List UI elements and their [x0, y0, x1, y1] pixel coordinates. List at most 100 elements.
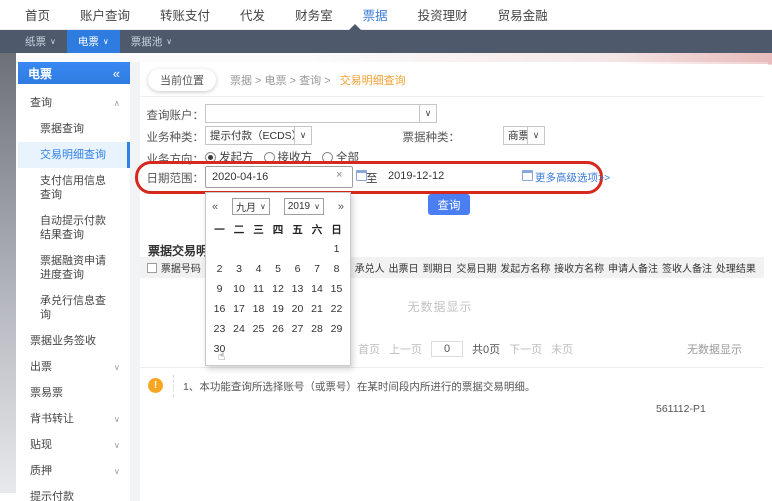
- direction-option-label: 接收方: [277, 152, 313, 164]
- calendar-day[interactable]: [268, 339, 288, 359]
- calendar-day[interactable]: [288, 339, 308, 359]
- first-page-link[interactable]: 首页: [358, 341, 380, 357]
- calendar-icon[interactable]: [522, 170, 533, 181]
- sidebar-item[interactable]: 质押 ∨: [18, 458, 130, 484]
- sidebar-item[interactable]: 提示付款: [18, 484, 130, 501]
- calendar-day[interactable]: 9: [210, 279, 230, 299]
- select-all-checkbox[interactable]: [147, 262, 157, 273]
- calendar-day[interactable]: 19: [268, 299, 288, 319]
- calendar-day[interactable]: 16: [210, 299, 230, 319]
- next-month-icon[interactable]: »: [338, 201, 344, 213]
- date-from-input[interactable]: [205, 166, 353, 188]
- calendar-day[interactable]: 26: [268, 319, 288, 339]
- calendar-day[interactable]: 22: [327, 299, 347, 319]
- top-nav-item[interactable]: 财务室: [295, 5, 333, 24]
- top-nav-item[interactable]: 账户查询: [80, 5, 130, 24]
- top-nav-item[interactable]: 转账支付: [160, 5, 210, 24]
- sub-nav-tab[interactable]: 纸票 ∨: [14, 30, 67, 53]
- calendar-day[interactable]: 13: [288, 279, 308, 299]
- calendar-day[interactable]: [229, 239, 249, 259]
- calendar-day[interactable]: [307, 339, 327, 359]
- chevron-down-icon[interactable]: ∨: [419, 105, 436, 122]
- sidebar-item[interactable]: 交易明细查询: [18, 142, 130, 168]
- more-options-link[interactable]: 更多高级选项>>: [535, 170, 610, 185]
- sidebar-item[interactable]: 查询 ∧: [18, 90, 130, 116]
- calendar-day[interactable]: [249, 239, 269, 259]
- chevron-down-icon: ∨: [260, 202, 266, 211]
- chevron-down-icon[interactable]: ∨: [294, 127, 311, 144]
- calendar-day[interactable]: 29: [327, 319, 347, 339]
- calendar-day[interactable]: 18: [249, 299, 269, 319]
- calendar-day[interactable]: 25: [249, 319, 269, 339]
- sidebar-item[interactable]: 背书转让 ∨: [18, 406, 130, 432]
- weekday-label: 六: [311, 224, 323, 236]
- date-to-value[interactable]: 2019-12-12: [388, 170, 444, 182]
- sidebar-item[interactable]: 自动提示付款结果查询: [18, 208, 130, 248]
- month-select[interactable]: 九月 ∨: [232, 198, 270, 215]
- calendar-day[interactable]: 2: [210, 259, 230, 279]
- year-select-value: 2019: [287, 201, 311, 212]
- calendar-day[interactable]: 8: [327, 259, 347, 279]
- calendar-day[interactable]: [307, 239, 327, 259]
- calendar-day[interactable]: 3: [229, 259, 249, 279]
- calendar-day[interactable]: 10: [229, 279, 249, 299]
- radio-icon[interactable]: [322, 151, 333, 163]
- calendar-day[interactable]: 11: [249, 279, 269, 299]
- calendar-day[interactable]: 7: [307, 259, 327, 279]
- calendar-day[interactable]: 4: [249, 259, 269, 279]
- calendar-day[interactable]: [327, 339, 347, 359]
- top-nav-item[interactable]: 代发: [240, 5, 265, 24]
- sidebar-item[interactable]: 贴现 ∨: [18, 432, 130, 458]
- prev-month-icon[interactable]: «: [212, 201, 218, 213]
- sidebar-item[interactable]: 支付信用信息查询: [18, 168, 130, 208]
- sidebar-item[interactable]: 票据业务签收: [18, 328, 130, 354]
- collapse-sidebar-icon[interactable]: «: [113, 66, 120, 81]
- calendar-day[interactable]: [288, 239, 308, 259]
- sidebar-item[interactable]: 出票 ∨: [18, 354, 130, 380]
- sub-nav-tab[interactable]: 票据池 ∨: [120, 30, 183, 53]
- calendar-day[interactable]: 27: [288, 319, 308, 339]
- radio-icon[interactable]: [263, 151, 275, 163]
- sidebar-item[interactable]: 票据查询: [18, 116, 130, 142]
- prev-page-link[interactable]: 上一页: [389, 341, 422, 357]
- calendar-day[interactable]: [268, 239, 288, 259]
- top-nav-item[interactable]: 票据: [363, 5, 388, 24]
- top-nav-item[interactable]: 投资理财: [418, 5, 468, 24]
- business-type-select[interactable]: 提示付款（ECDS） ∨: [205, 126, 312, 145]
- table-column-header: 发起方名称: [500, 264, 551, 275]
- direction-radio-option[interactable]: 接收方: [263, 149, 313, 165]
- calendar-day[interactable]: 24: [229, 319, 249, 339]
- calendar-day[interactable]: 17: [229, 299, 249, 319]
- radio-icon[interactable]: [205, 151, 216, 163]
- chevron-down-icon[interactable]: ∨: [527, 127, 544, 144]
- top-nav-item[interactable]: 贸易金融: [498, 5, 548, 24]
- year-select[interactable]: 2019 ∨: [283, 198, 324, 215]
- calendar-day[interactable]: 5: [268, 259, 288, 279]
- calendar-day[interactable]: [210, 239, 230, 259]
- calendar-day[interactable]: 1: [327, 239, 347, 259]
- calendar-day[interactable]: 23: [210, 319, 230, 339]
- calendar-day[interactable]: [229, 339, 249, 359]
- bill-type-select[interactable]: 商票 ∨: [503, 126, 545, 145]
- direction-radio-option[interactable]: 发起方: [205, 149, 254, 165]
- calendar-day[interactable]: 14: [307, 279, 327, 299]
- sidebar-item[interactable]: 承兑行信息查询: [18, 288, 130, 328]
- page-number-input[interactable]: 0: [431, 341, 463, 357]
- calendar-day[interactable]: 6: [288, 259, 308, 279]
- clear-date-icon[interactable]: ×: [336, 169, 342, 181]
- calendar-day[interactable]: 20: [288, 299, 308, 319]
- calendar-day[interactable]: 28: [307, 319, 327, 339]
- calendar-day[interactable]: 21: [307, 299, 327, 319]
- calendar-day[interactable]: 12: [268, 279, 288, 299]
- calendar-day[interactable]: [249, 339, 269, 359]
- sidebar-item[interactable]: 票易票: [18, 380, 130, 406]
- sub-nav-tab[interactable]: 电票 ∨: [66, 30, 120, 53]
- account-select[interactable]: ∨: [205, 104, 437, 123]
- last-page-link[interactable]: 末页: [551, 341, 573, 357]
- top-nav-item[interactable]: 首页: [25, 5, 50, 24]
- next-page-link[interactable]: 下一页: [509, 341, 542, 357]
- sidebar-item[interactable]: 票据融资申请进度查询: [18, 248, 130, 288]
- query-button[interactable]: 查询: [428, 194, 470, 215]
- calendar-day[interactable]: 15: [327, 279, 347, 299]
- direction-radio-option[interactable]: 全部: [322, 149, 359, 165]
